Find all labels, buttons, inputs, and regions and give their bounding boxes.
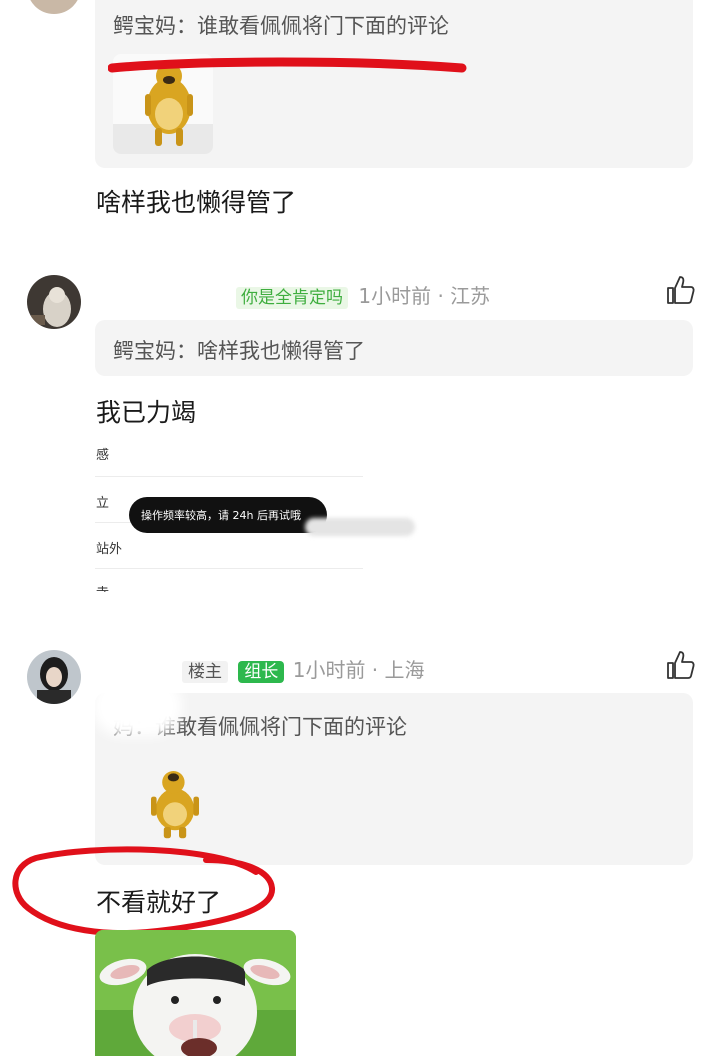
cow-sticker[interactable]: [95, 930, 296, 1056]
blurred-element: [305, 518, 415, 536]
bear-sticker[interactable]: [113, 54, 213, 154]
username[interactable]: 你是全肯定吗: [236, 287, 348, 309]
avatar[interactable]: [27, 0, 81, 14]
quoted-comment: 妈：谁敢看佩佩将门下面的评论: [95, 693, 693, 865]
avatar[interactable]: [27, 275, 81, 329]
divider: [95, 476, 363, 477]
bear-sticker[interactable]: [135, 763, 215, 843]
comment-meta: 你是全肯定吗 1小时前 · 江苏: [236, 280, 490, 309]
cow-sticker-image: [95, 930, 296, 1056]
quote-author: 鳄宝妈: [113, 14, 176, 38]
side-item: 立: [96, 496, 110, 511]
op-badge: 楼主: [182, 661, 228, 683]
quoted-comment: 鳄宝妈：谁敢看佩佩将门下面的评论: [95, 0, 693, 168]
side-item: 站外: [96, 542, 123, 557]
role-badge: 组长: [238, 661, 285, 683]
quote-author: 鳄宝妈: [113, 339, 176, 363]
side-item: 感: [96, 448, 110, 463]
time-location: 1小时前 · 江苏: [358, 284, 491, 308]
quote-text: 鳄宝妈：谁敢看佩佩将门下面的评论: [113, 14, 449, 38]
quoted-comment: 鳄宝妈：啥样我也懒得管了: [95, 320, 693, 376]
quote-body: 谁敢看佩佩将门下面的评论: [197, 14, 449, 38]
reply-text: 我已力竭: [96, 398, 197, 427]
avatar[interactable]: [27, 650, 81, 704]
thumbs-up-icon[interactable]: [664, 649, 696, 681]
blurred-username: [92, 676, 182, 736]
side-item: 寺: [96, 582, 109, 592]
reply-text: 不看就好了: [96, 888, 222, 917]
avatar-image: [27, 275, 81, 329]
quote-text: 鳄宝妈：啥样我也懒得管了: [113, 339, 365, 363]
toast: 操作频率较高，请 24h 后再试哦: [129, 497, 327, 533]
bear-sticker-image: [113, 63, 213, 154]
toast-text: 操作频率较高，请 24h 后再试哦: [141, 509, 301, 522]
thumbs-up-icon[interactable]: [664, 274, 696, 306]
reply-text: 啥样我也懒得管了: [96, 188, 297, 217]
time-location: 1小时前 · 上海: [292, 658, 425, 682]
comment-meta: 楼主 组长 1小时前 · 上海: [182, 654, 425, 683]
divider: [95, 568, 363, 569]
avatar-image: [27, 650, 81, 704]
quote-body: 谁敢看佩佩将门下面的评论: [155, 715, 407, 739]
quote-body: 啥样我也懒得管了: [197, 339, 365, 363]
bear-sticker-image: [151, 771, 199, 839]
